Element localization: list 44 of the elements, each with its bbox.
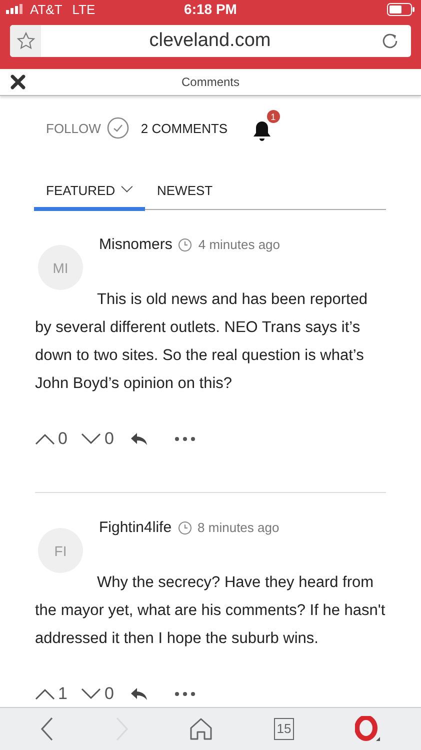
downvote-button[interactable]: 0 bbox=[81, 684, 114, 704]
follow-button[interactable]: FOLLOW bbox=[46, 117, 129, 140]
more-icon[interactable] bbox=[174, 691, 196, 698]
home-icon[interactable] bbox=[189, 717, 214, 742]
bookmark-button[interactable] bbox=[10, 24, 41, 57]
url-text: cleveland.com bbox=[148, 30, 272, 52]
chevron-up-icon bbox=[35, 688, 55, 700]
more-icon[interactable] bbox=[174, 436, 196, 442]
address-bar[interactable]: cleveland.com bbox=[10, 24, 411, 57]
reply-icon[interactable] bbox=[130, 432, 148, 446]
tabs-button[interactable]: 15 bbox=[274, 718, 294, 740]
notification-badge: 1 bbox=[266, 110, 280, 124]
chevron-down-icon bbox=[81, 688, 102, 700]
bell-icon[interactable] bbox=[252, 120, 272, 142]
author-name[interactable]: Fightin4life bbox=[99, 519, 172, 536]
upvote-button[interactable]: 0 bbox=[35, 429, 68, 450]
clock-time: 6:18 PM bbox=[184, 1, 237, 18]
chevron-down-icon bbox=[81, 433, 102, 446]
comment-text: This is old news and has been reported by several different outlets. NEO Trans says it’s down to two sites. So the real question is what’s John Boyd’s opinion on this? bbox=[35, 290, 369, 394]
star-icon bbox=[16, 30, 36, 51]
network-type: LTE bbox=[72, 2, 96, 17]
battery-icon bbox=[387, 2, 415, 16]
sort-tab[interactable]: NEWEST bbox=[145, 178, 225, 212]
logo-icon[interactable] bbox=[354, 716, 381, 742]
comment-count: 2 COMMENTS bbox=[140, 120, 228, 136]
clock-icon bbox=[178, 520, 192, 535]
avatar: MI bbox=[38, 245, 83, 290]
carrier-name: AT&T bbox=[30, 2, 62, 17]
timestamp: 8 minutes ago bbox=[198, 520, 280, 536]
signal-icon bbox=[6, 4, 24, 14]
close-icon[interactable] bbox=[10, 74, 26, 90]
sort-tab[interactable]: FEATURED bbox=[34, 178, 145, 212]
upvote-button[interactable]: 1 bbox=[35, 684, 68, 704]
downvote-button[interactable]: 0 bbox=[81, 429, 114, 450]
reply-icon[interactable] bbox=[130, 687, 148, 702]
clock-icon bbox=[178, 238, 192, 252]
page-title: Comments bbox=[182, 74, 240, 89]
comment-text: Why the secrecy? Have they heard from the mayor yet, what are his comments? If he hasn't addressed it then I hope the suburb wins. bbox=[35, 573, 386, 650]
avatar: FI bbox=[38, 528, 83, 574]
chevron-up-icon bbox=[35, 433, 55, 446]
author-name[interactable]: Misnomers bbox=[99, 236, 172, 254]
timestamp: 4 minutes ago bbox=[198, 237, 280, 252]
back-icon[interactable] bbox=[40, 717, 54, 742]
check-circle-icon bbox=[106, 117, 129, 140]
